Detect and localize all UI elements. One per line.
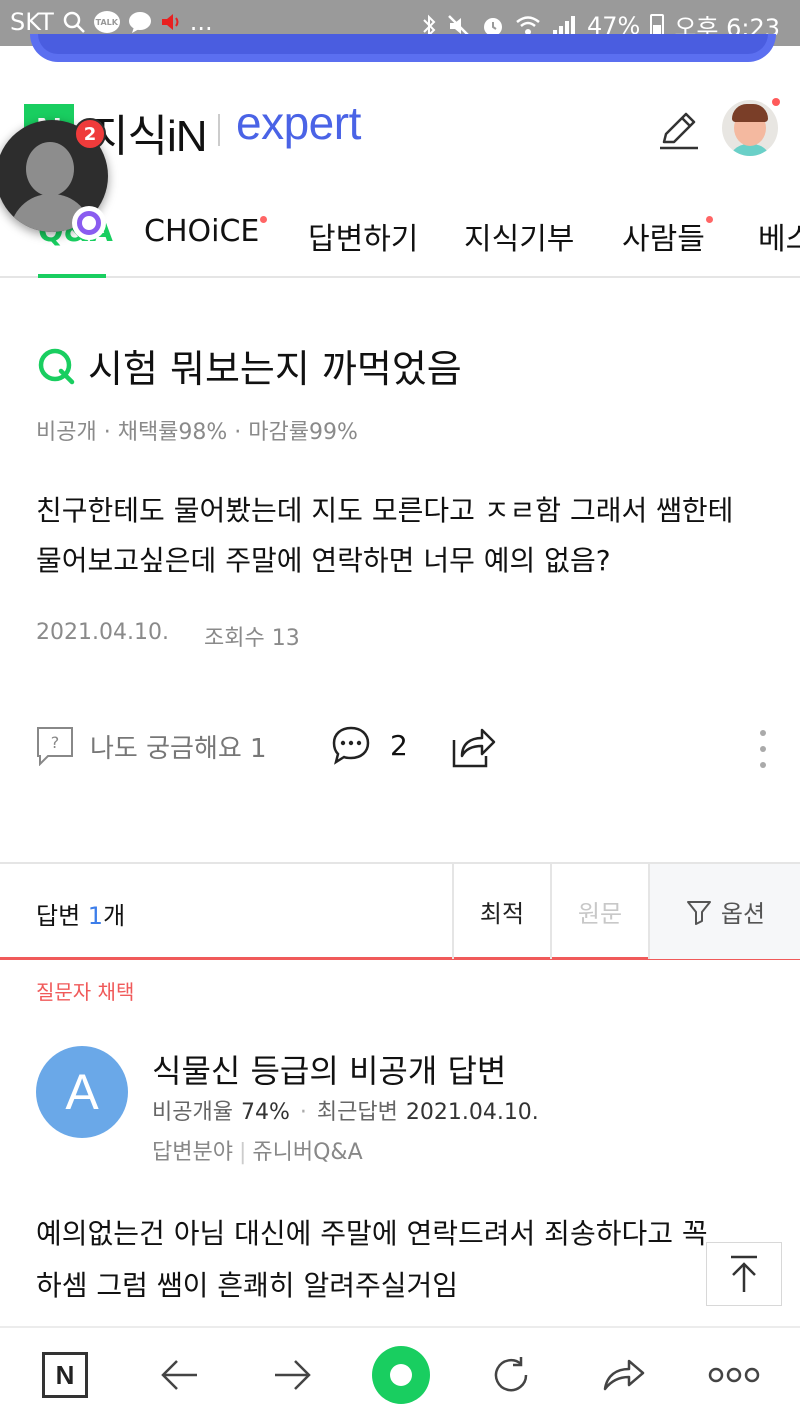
question-body: 친구한테도 물어봤는데 지도 모른다고 ㅈㄹ함 그래서 쌤한테 물어보고싶은데 …: [36, 494, 734, 577]
logo-divider: [218, 114, 220, 146]
recent-answer-date: 2021.04.10.: [405, 1100, 539, 1125]
svg-text:?: ?: [51, 733, 60, 752]
status-bar-left: SKT TALK ...: [10, 8, 213, 36]
chat-bubble-icon: [128, 12, 151, 33]
answerer-avatar[interactable]: A: [36, 1046, 128, 1138]
comment-icon: [332, 726, 370, 765]
browser-bottom-nav: N: [0, 1326, 800, 1422]
question-views: 조회수 13: [204, 626, 300, 651]
me-too-curious-button[interactable]: ? 나도 궁금해요 1: [36, 726, 267, 766]
profile-avatar[interactable]: [722, 100, 778, 156]
private-rate-value: 74%: [240, 1100, 290, 1125]
arrow-left-icon: [161, 1360, 197, 1390]
active-tab-indicator: [38, 274, 106, 278]
write-question-icon[interactable]: [656, 106, 702, 152]
speaker-icon: [161, 14, 179, 30]
chat-head-badge: 2: [74, 118, 106, 150]
category-tabs: Q&A CHOiCE 답변하기 지식기부 사람들 베스: [0, 204, 800, 278]
comment-count: 2: [390, 728, 408, 762]
search-icon: [63, 11, 85, 33]
question-meta: 비공개 · 채택률98% · 마감률99%: [36, 420, 358, 445]
question-actions: ? 나도 궁금해요 1 2: [0, 720, 800, 776]
tab-people-label: 사람들: [622, 222, 705, 257]
question-title: 시험 뭐보는지 까먹었음: [36, 338, 462, 393]
notification-dot: [772, 98, 780, 106]
tab-answer[interactable]: 답변하기: [308, 214, 418, 258]
refresh-icon: [494, 1357, 528, 1392]
answerer-name[interactable]: 식물신 등급의 비공개 답변: [152, 1046, 506, 1092]
more-menu-button[interactable]: [706, 1350, 762, 1400]
field-separator: |: [238, 1140, 247, 1165]
arrow-up-icon: [731, 1255, 757, 1292]
app-header: N 지식iN expert: [0, 62, 800, 202]
refresh-button[interactable]: [488, 1350, 534, 1400]
green-dot-icon: [390, 1364, 412, 1386]
comment-button[interactable]: 2: [330, 724, 408, 766]
me-too-curious-label: 나도 궁금해요 1: [90, 733, 267, 764]
filter-icon: [686, 900, 711, 925]
answer-body: 예의없는건 아님 대신에 주말에 연락드려서 죄송하다고 꼭 하셈 그럼 쌤이 …: [36, 1217, 708, 1302]
question-title-text: 시험 뭐보는지 까먹었음: [88, 347, 462, 391]
new-dot: [260, 216, 268, 223]
new-dot: [705, 216, 713, 223]
carrier-label: SKT: [10, 8, 54, 36]
answer-field-value[interactable]: 쥬니버Q&A: [252, 1140, 362, 1165]
question-box-icon: ?: [37, 727, 73, 766]
share-icon[interactable]: [450, 722, 498, 770]
tab-choice[interactable]: CHOiCE: [144, 214, 268, 249]
more-horizontal-icon: [708, 1367, 760, 1383]
answer-count-prefix: 답변: [36, 902, 88, 930]
adopted-badge: 질문자 채택: [36, 980, 135, 1004]
answer-count: 답변 1개: [36, 896, 125, 931]
tab-donate[interactable]: 지식기부: [464, 214, 574, 258]
answer-count-suffix: 개: [103, 902, 126, 930]
sort-original-button[interactable]: 원문: [550, 864, 648, 959]
answer-count-number: 1: [87, 902, 104, 930]
kakaotalk-icon: TALK: [93, 11, 120, 33]
forward-button[interactable]: [270, 1350, 316, 1400]
answer-field: 답변분야 | 쥬니버Q&A: [152, 1134, 363, 1166]
chat-head-status-icon: [72, 206, 106, 240]
question-q-icon: [38, 348, 75, 384]
private-rate-label: 비공개율: [152, 1100, 233, 1125]
answerer-stats: 비공개율 74% · 최근답변 2021.04.10.: [152, 1094, 539, 1126]
back-button[interactable]: [156, 1350, 202, 1400]
options-button[interactable]: 옵션: [648, 864, 800, 959]
top-banner-edge[interactable]: [30, 34, 776, 62]
expert-logo[interactable]: expert: [236, 96, 361, 150]
more-vertical-icon[interactable]: [756, 726, 770, 772]
sort-best-button[interactable]: 최적: [452, 864, 550, 959]
arrow-right-icon: [275, 1360, 311, 1390]
share-page-button[interactable]: [600, 1350, 648, 1400]
question-date: 2021.04.10.: [36, 620, 169, 645]
naver-home-button[interactable]: N: [42, 1352, 88, 1398]
options-label: 옵션: [720, 900, 766, 928]
stats-separator: ·: [299, 1100, 307, 1125]
tab-choice-label: CHOiCE: [144, 214, 260, 249]
recent-answer-label: 최근답변: [316, 1100, 398, 1125]
status-more: ...: [189, 8, 213, 36]
tab-best[interactable]: 베스: [758, 214, 800, 258]
scroll-to-top-button[interactable]: [706, 1242, 782, 1306]
green-dot-button[interactable]: [372, 1346, 430, 1404]
answers-header: 답변 1개 최적 원문 옵션: [0, 862, 800, 960]
answer-field-label: 답변분야: [152, 1140, 233, 1165]
share-arrow-icon: [603, 1359, 645, 1391]
tab-people[interactable]: 사람들: [622, 214, 713, 258]
